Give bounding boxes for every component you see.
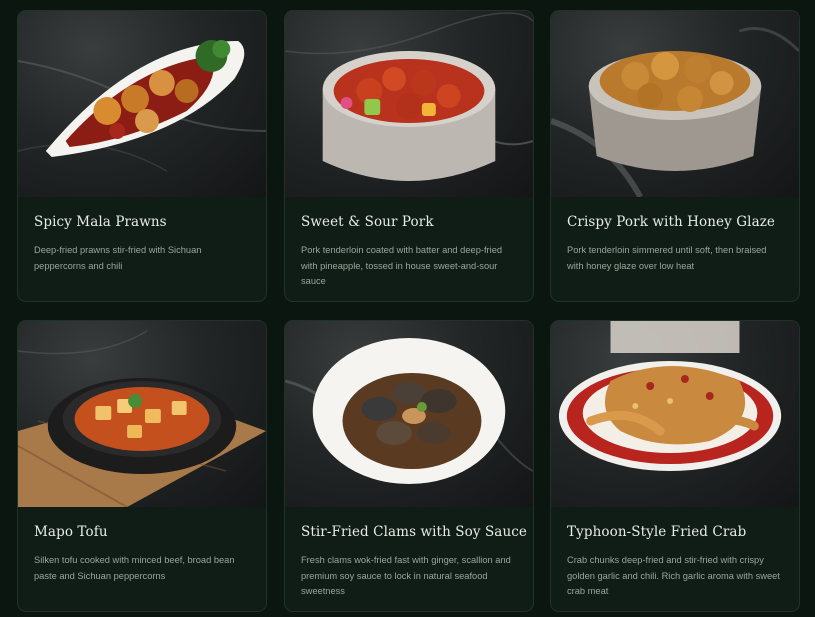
dish-title: Sweet & Sour Pork — [301, 214, 434, 230]
menu-card[interactable]: Sweet & Sour Pork Pork tenderloin coated… — [284, 10, 534, 302]
dish-description: Pork tenderloin simmered until soft, the… — [567, 245, 767, 271]
mapo-tofu-photo — [18, 321, 266, 507]
dish-title: Crispy Pork with Honey Glaze — [567, 214, 776, 230]
crispy-pork-honey-glaze-photo — [551, 11, 799, 197]
menu-card[interactable]: Spicy Mala Prawns Deep-fried prawns stir… — [17, 10, 267, 302]
dish-title: Typhoon-Style Fried Crab — [567, 524, 747, 540]
dish-description: Crab chunks deep-fried and stir-fried wi… — [567, 555, 780, 596]
spicy-mala-prawns-photo — [18, 11, 266, 197]
dish-description: Pork tenderloin coated with batter and d… — [301, 245, 503, 286]
stir-fried-clams-photo — [285, 321, 533, 507]
menu-card[interactable]: Mapo Tofu Silken tofu cooked with minced… — [17, 320, 267, 612]
menu-card[interactable]: Crispy Pork with Honey Glaze Pork tender… — [550, 10, 800, 302]
dish-title: Spicy Mala Prawns — [34, 214, 167, 230]
menu-card[interactable]: Stir-Fried Clams with Soy Sauce Fresh cl… — [284, 320, 534, 612]
dish-description: Silken tofu cooked with minced beef, bro… — [34, 555, 235, 581]
dish-title: Stir-Fried Clams with Soy Sauce — [301, 524, 528, 540]
menu-card[interactable]: Typhoon-Style Fried Crab Crab chunks dee… — [550, 320, 800, 612]
menu-grid: Spicy Mala Prawns Deep-fried prawns stir… — [0, 0, 815, 617]
dish-title: Mapo Tofu — [34, 524, 108, 540]
typhoon-fried-crab-photo — [551, 321, 799, 507]
sweet-sour-pork-photo — [285, 11, 533, 197]
dish-description: Fresh clams wok-fried fast with ginger, … — [301, 555, 511, 596]
dish-description: Deep-fried prawns stir-fried with Sichua… — [34, 245, 202, 271]
